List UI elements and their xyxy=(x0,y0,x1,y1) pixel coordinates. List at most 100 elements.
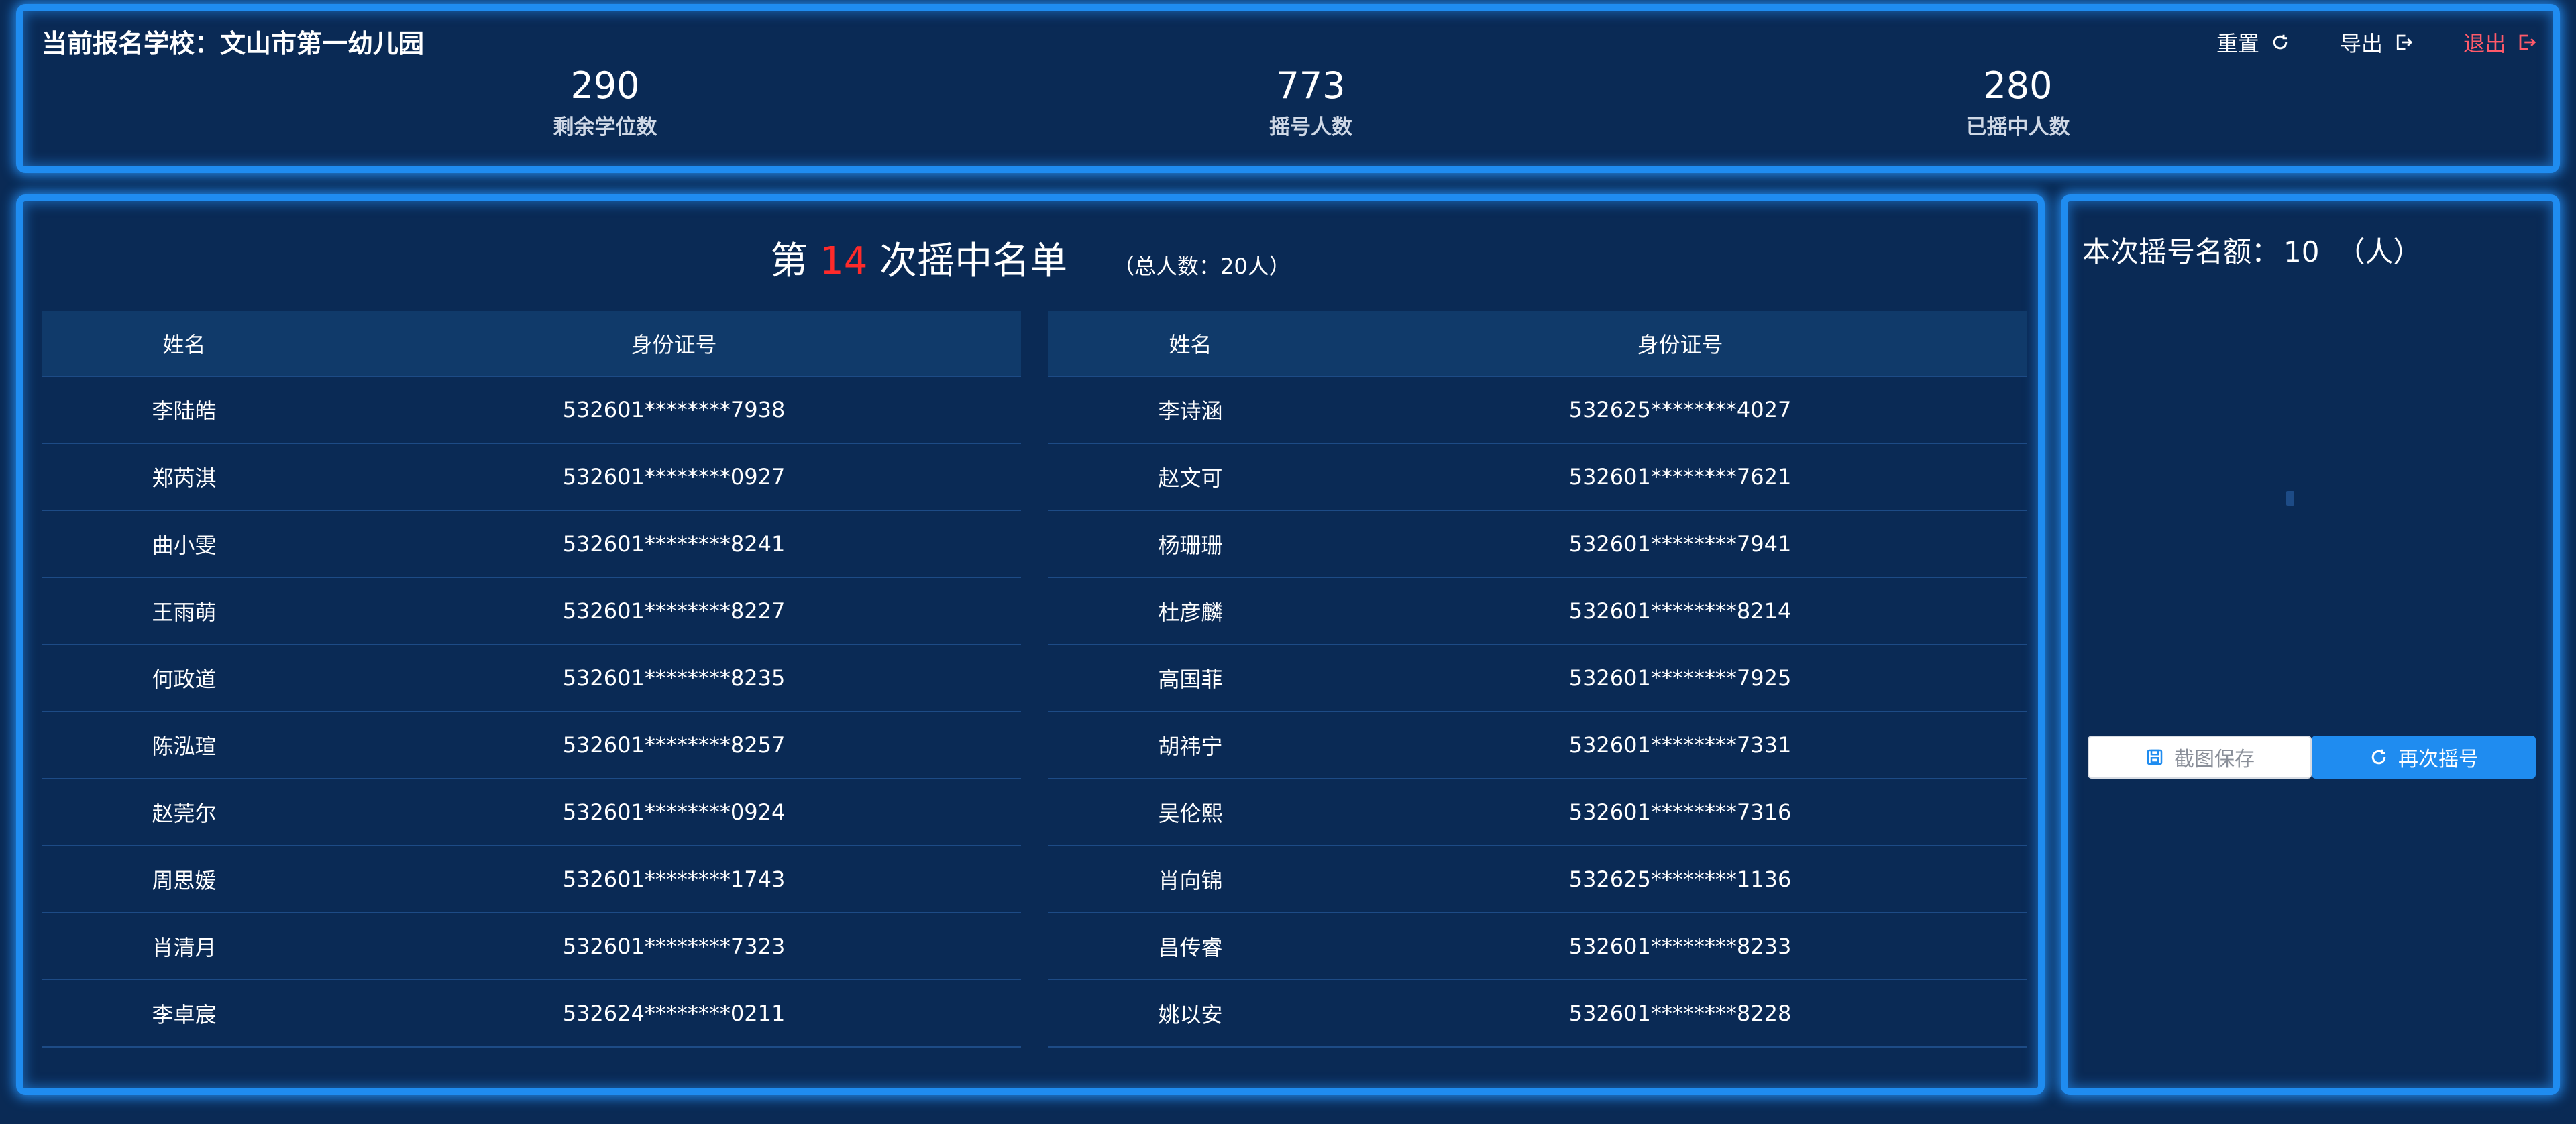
quota-value: 10 xyxy=(2284,235,2320,268)
summary-panel: 当前报名学校：文山市第一幼儿园 重置 导出 退出 290 剩余学位数 773 摇… xyxy=(16,4,2560,173)
save-screenshot-button[interactable]: 截图保存 xyxy=(2088,736,2312,779)
table-row: 周思媛 532601********1743 xyxy=(42,846,1021,913)
quota-label: 本次摇号名额： xyxy=(2082,235,2280,268)
cell-name: 曲小雯 xyxy=(152,532,217,558)
reset-button[interactable]: 重置 xyxy=(2216,27,2290,58)
reset-label: 重置 xyxy=(2216,31,2259,56)
cell-name: 郑芮淇 xyxy=(152,465,217,491)
cell-id: 532601********0924 xyxy=(562,799,786,825)
draw-quota: 本次摇号名额： 10 （人） xyxy=(2082,229,2421,270)
quota-unit: （人） xyxy=(2337,235,2422,268)
cell-id: 532601********8228 xyxy=(1568,1001,1792,1026)
cell-name: 李卓宸 xyxy=(152,1002,217,1027)
save-icon xyxy=(2147,749,2163,765)
draw-buttons: 截图保存 再次摇号 xyxy=(2088,736,2536,779)
table-row: 陈泓瑄 532601********8257 xyxy=(42,712,1021,779)
cell-id: 532601********7621 xyxy=(1568,464,1792,490)
logout-button[interactable]: 退出 xyxy=(2463,27,2537,58)
column-header-id: 身份证号 xyxy=(1637,332,1723,357)
logout-label: 退出 xyxy=(2463,31,2506,56)
table-row: 何政道 532601********8235 xyxy=(42,645,1021,712)
winners-table-left: 姓名 身份证号 李陆皓 532601********7938 郑芮淇 532601*… xyxy=(42,311,1021,1048)
cell-id: 532601********8214 xyxy=(1568,598,1792,624)
refresh-icon xyxy=(2273,34,2288,50)
stat-value: 290 xyxy=(570,64,640,107)
export-label: 导出 xyxy=(2339,31,2383,56)
cell-id: 532601********7938 xyxy=(562,397,786,423)
stat-remaining-seats: 290 剩余学位数 xyxy=(484,64,726,140)
winners-list-panel: 第 14 次摇中名单 （总人数：20人） 姓名 身份证号 李陆皓 532601**… xyxy=(16,194,2045,1095)
stat-label: 摇号人数 xyxy=(1269,115,1352,139)
cell-id: 532601********7941 xyxy=(1568,531,1792,557)
logout-icon xyxy=(2519,34,2536,50)
cell-id: 532601********0927 xyxy=(562,464,786,490)
table-row: 赵文可 532601********7621 xyxy=(1048,444,2027,511)
cell-name: 肖清月 xyxy=(152,935,217,960)
table-row: 杜彦麟 532601********8214 xyxy=(1048,578,2027,645)
cell-name: 赵文可 xyxy=(1158,465,1223,491)
table-row: 李卓宸 532624********0211 xyxy=(42,980,1021,1048)
cell-id: 532601********7331 xyxy=(1568,732,1792,758)
export-button[interactable]: 导出 xyxy=(2340,27,2414,58)
cell-id: 532601********7316 xyxy=(1568,799,1792,825)
column-header-id: 身份证号 xyxy=(631,332,717,357)
cell-id: 532601********8227 xyxy=(562,598,786,624)
cell-id: 532601********8241 xyxy=(562,531,786,557)
cell-name: 姚以安 xyxy=(1158,1002,1223,1027)
column-header-name: 姓名 xyxy=(1169,332,1212,357)
title-prefix: 第 xyxy=(770,239,808,283)
table-row: 杨珊珊 532601********7941 xyxy=(1048,511,2027,578)
winners-table-right: 姓名 身份证号 李诗涵 532625********4027 赵文可 532601*… xyxy=(1048,311,2027,1048)
current-school-title: 当前报名学校：文山市第一幼儿园 xyxy=(42,29,425,58)
title-suffix: 次摇中名单 xyxy=(879,239,1068,283)
cell-name: 李陆皓 xyxy=(152,398,217,424)
column-header-name: 姓名 xyxy=(162,332,206,357)
stat-drawn: 280 已摇中人数 xyxy=(1897,64,2139,140)
cell-id: 532625********4027 xyxy=(1568,397,1792,423)
cell-id: 532601********8235 xyxy=(562,665,786,691)
cell-name: 周思媛 xyxy=(152,868,217,893)
stat-value: 280 xyxy=(1983,64,2053,107)
cell-id: 532601********7925 xyxy=(1568,665,1792,691)
cell-id: 532601********7323 xyxy=(562,934,786,959)
draw-control-panel: 本次摇号名额： 10 （人） 截图保存 再次摇号 xyxy=(2061,194,2560,1095)
cell-name: 李诗涵 xyxy=(1158,398,1223,424)
cell-id: 532601********8233 xyxy=(1568,934,1792,959)
table-row: 胡祎宁 532601********7331 xyxy=(1048,712,2027,779)
stat-value: 773 xyxy=(1276,64,1346,107)
list-title: 第 14 次摇中名单 （总人数：20人） xyxy=(23,231,2038,285)
draw-again-button[interactable]: 再次摇号 xyxy=(2312,736,2536,779)
table-row: 肖向锦 532625********1136 xyxy=(1048,846,2027,913)
table-row: 李陆皓 532601********7938 xyxy=(42,377,1021,444)
stat-label: 已摇中人数 xyxy=(1966,115,2070,139)
table-row: 肖清月 532601********7323 xyxy=(42,913,1021,980)
stat-applicants: 773 摇号人数 xyxy=(1190,64,1432,140)
stat-label: 剩余学位数 xyxy=(553,115,657,139)
cell-name: 何政道 xyxy=(152,667,217,692)
table-row: 王雨萌 532601********8227 xyxy=(42,578,1021,645)
table-row: 赵莞尔 532601********0924 xyxy=(42,779,1021,846)
round-number: 14 xyxy=(820,239,868,283)
cell-name: 肖向锦 xyxy=(1158,868,1223,893)
cell-name: 赵莞尔 xyxy=(152,801,217,826)
cell-id: 532624********0211 xyxy=(562,1001,786,1026)
cell-id: 532625********1136 xyxy=(1568,866,1792,892)
table-row: 郑芮淇 532601********0927 xyxy=(42,444,1021,511)
save-label: 截图保存 xyxy=(2174,748,2255,771)
cell-name: 杜彦麟 xyxy=(1158,600,1223,625)
table-row: 高国菲 532601********7925 xyxy=(1048,645,2027,712)
cell-name: 王雨萌 xyxy=(152,600,217,625)
cell-name: 胡祎宁 xyxy=(1158,734,1223,759)
cell-id: 532601********8257 xyxy=(562,732,786,758)
cell-id: 532601********1743 xyxy=(562,866,786,892)
cell-name: 昌传睿 xyxy=(1158,935,1223,960)
table-row: 曲小雯 532601********8241 xyxy=(42,511,1021,578)
loading-indicator xyxy=(2286,491,2294,506)
table-row: 吴伦熙 532601********7316 xyxy=(1048,779,2027,846)
table-header: 姓名 身份证号 xyxy=(42,311,1021,377)
draw-again-label: 再次摇号 xyxy=(2398,748,2479,771)
total-count: （总人数：20人） xyxy=(1112,254,1291,279)
cell-name: 吴伦熙 xyxy=(1158,801,1223,826)
cell-name: 高国菲 xyxy=(1158,667,1223,692)
table-row: 李诗涵 532625********4027 xyxy=(1048,377,2027,444)
